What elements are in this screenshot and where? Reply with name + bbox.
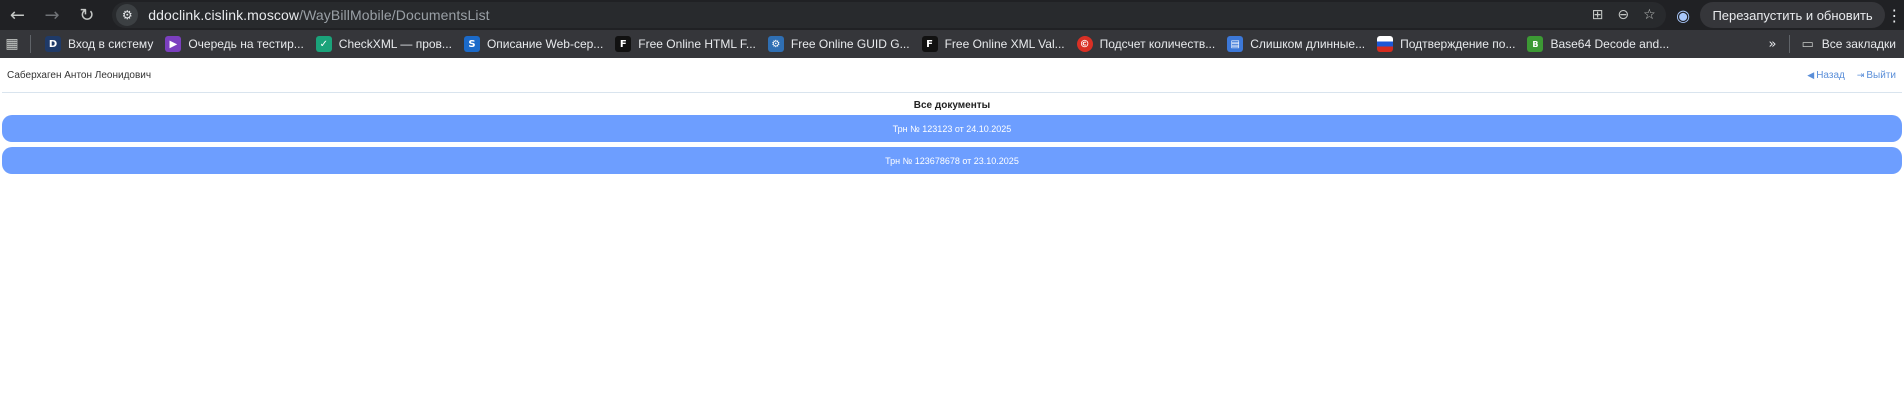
bookmark-item[interactable]: Подтверждение по... — [1371, 30, 1521, 58]
omnibox-actions: ⊞ ⊖ ☆ — [1592, 2, 1656, 28]
logout-icon: ⇥ — [1856, 70, 1865, 81]
bookmark-favicon-icon: S — [463, 36, 480, 52]
bookmark-favicon-icon: ⚙ — [767, 36, 784, 52]
bookmark-label: Вход в систему — [68, 37, 154, 51]
section-title: Все документы — [913, 100, 991, 111]
bookmark-label: Free Online XML Val... — [944, 37, 1065, 51]
url-text: ddoclink.cislink.moscow/WayBillMobile/Do… — [148, 7, 489, 23]
menu-icon[interactable]: ⋮ — [1885, 6, 1904, 25]
bookmark-favicon-icon: ✓ — [315, 36, 332, 52]
bookmark-favicon-icon: F — [615, 36, 632, 52]
bookmark-label: Free Online HTML F... — [638, 37, 756, 51]
document-button[interactable]: Трн № 123678678 от 23.10.2025 — [2, 147, 1902, 174]
site-info-icon[interactable]: ⚙ — [116, 4, 139, 26]
bookmark-item[interactable]: B Base64 Decode and... — [1521, 30, 1675, 58]
back-circle-icon: ◀ — [1807, 70, 1815, 81]
url-domain: ddoclink.cislink.moscow — [148, 7, 300, 23]
browser-toolbar: ← → ↻ ⚙ ddoclink.cislink.moscow/WayBillM… — [0, 0, 1904, 30]
bookmark-item[interactable]: D Вход в систему — [39, 30, 159, 58]
bookmarks-divider — [1788, 35, 1790, 53]
bookmark-favicon-icon: D — [45, 36, 61, 52]
bookmark-item[interactable]: © Подсчет количеств... — [1071, 30, 1222, 58]
bookmark-favicon-icon: ▶ — [165, 36, 182, 52]
bookmark-label: Очередь на тестир... — [188, 37, 304, 51]
bookmark-label: Free Online GUID G... — [790, 37, 910, 51]
document-label: Трн № 123123 от 24.10.2025 — [892, 123, 1012, 134]
bookmark-favicon-icon: ▤ — [1227, 36, 1244, 52]
bookmark-label: Подсчет количеств... — [1099, 37, 1216, 51]
back-label: Назад — [1816, 69, 1845, 81]
bookmark-label: Слишком длинные... — [1250, 37, 1366, 51]
bookmark-favicon-icon: B — [1527, 36, 1544, 52]
reload-icon[interactable]: ↻ — [69, 0, 104, 30]
apps-grid-icon[interactable]: ▦ — [0, 30, 24, 58]
bookmark-item[interactable]: ✓ CheckXML — пров... — [310, 30, 458, 58]
bookmark-item[interactable]: S Описание Web-сер... — [458, 30, 609, 58]
address-bar[interactable]: ⚙ ddoclink.cislink.moscow/WayBillMobile/… — [112, 2, 1666, 28]
logout-link[interactable]: ⇥ Выйти — [1857, 70, 1896, 81]
translate-icon[interactable]: ⊞ — [1592, 7, 1604, 23]
bookmark-item[interactable]: ⚙ Free Online GUID G... — [762, 30, 916, 58]
more-bookmarks-icon[interactable]: » — [1757, 37, 1789, 52]
bookmark-item[interactable]: ▤ Слишком длинные... — [1221, 30, 1371, 58]
document-button[interactable]: Трн № 123123 от 24.10.2025 — [2, 115, 1902, 142]
page-content: Саберхаген Антон Леонидович ◀ Назад ⇥ Выйт… — [0, 58, 1904, 174]
bookmark-label: CheckXML — пров... — [338, 37, 452, 51]
bookmark-label: Base64 Decode and... — [1550, 37, 1670, 51]
bookmark-label: Описание Web-сер... — [486, 37, 604, 51]
bookmark-item[interactable]: F Free Online XML Val... — [916, 30, 1071, 58]
bookmark-favicon-icon: F — [921, 36, 938, 52]
url-path: /WayBillMobile/DocumentsList — [299, 7, 490, 23]
profile-icon[interactable]: ◉ — [1666, 6, 1701, 25]
bookmark-label: Подтверждение по... — [1400, 37, 1516, 51]
back-link[interactable]: ◀ Назад — [1807, 70, 1845, 81]
logout-label: Выйти — [1866, 69, 1896, 81]
page-header: Саберхаген Антон Леонидович ◀ Назад ⇥ Выйт… — [2, 58, 1902, 93]
folder-icon: ▭ — [1801, 36, 1814, 52]
bookmark-item[interactable]: ▶ Очередь на тестир... — [159, 30, 309, 58]
bookmarks-divider — [30, 35, 31, 53]
bookmark-item[interactable]: F Free Online HTML F... — [609, 30, 762, 58]
star-icon[interactable]: ☆ — [1643, 7, 1656, 23]
forward-arrow-icon[interactable]: → — [35, 0, 70, 30]
bookmarks-right: » ▭ Все закладки — [1757, 30, 1896, 58]
document-label: Трн № 123678678 от 23.10.2025 — [885, 155, 1019, 166]
zoom-icon[interactable]: ⊖ — [1617, 7, 1629, 23]
back-arrow-icon[interactable]: ← — [0, 0, 35, 30]
bookmark-favicon-icon: © — [1076, 36, 1093, 52]
bookmark-favicon-icon — [1377, 36, 1394, 52]
all-bookmarks-link[interactable]: Все закладки — [1822, 37, 1896, 51]
user-name: Саберхаген Антон Леонидович — [7, 69, 152, 81]
header-links: ◀ Назад ⇥ Выйти — [1807, 70, 1896, 81]
bookmarks-bar: ▦ D Вход в систему ▶ Очередь на тестир... … — [0, 30, 1904, 58]
restart-update-button[interactable]: Перезапустить и обновить — [1700, 2, 1885, 28]
